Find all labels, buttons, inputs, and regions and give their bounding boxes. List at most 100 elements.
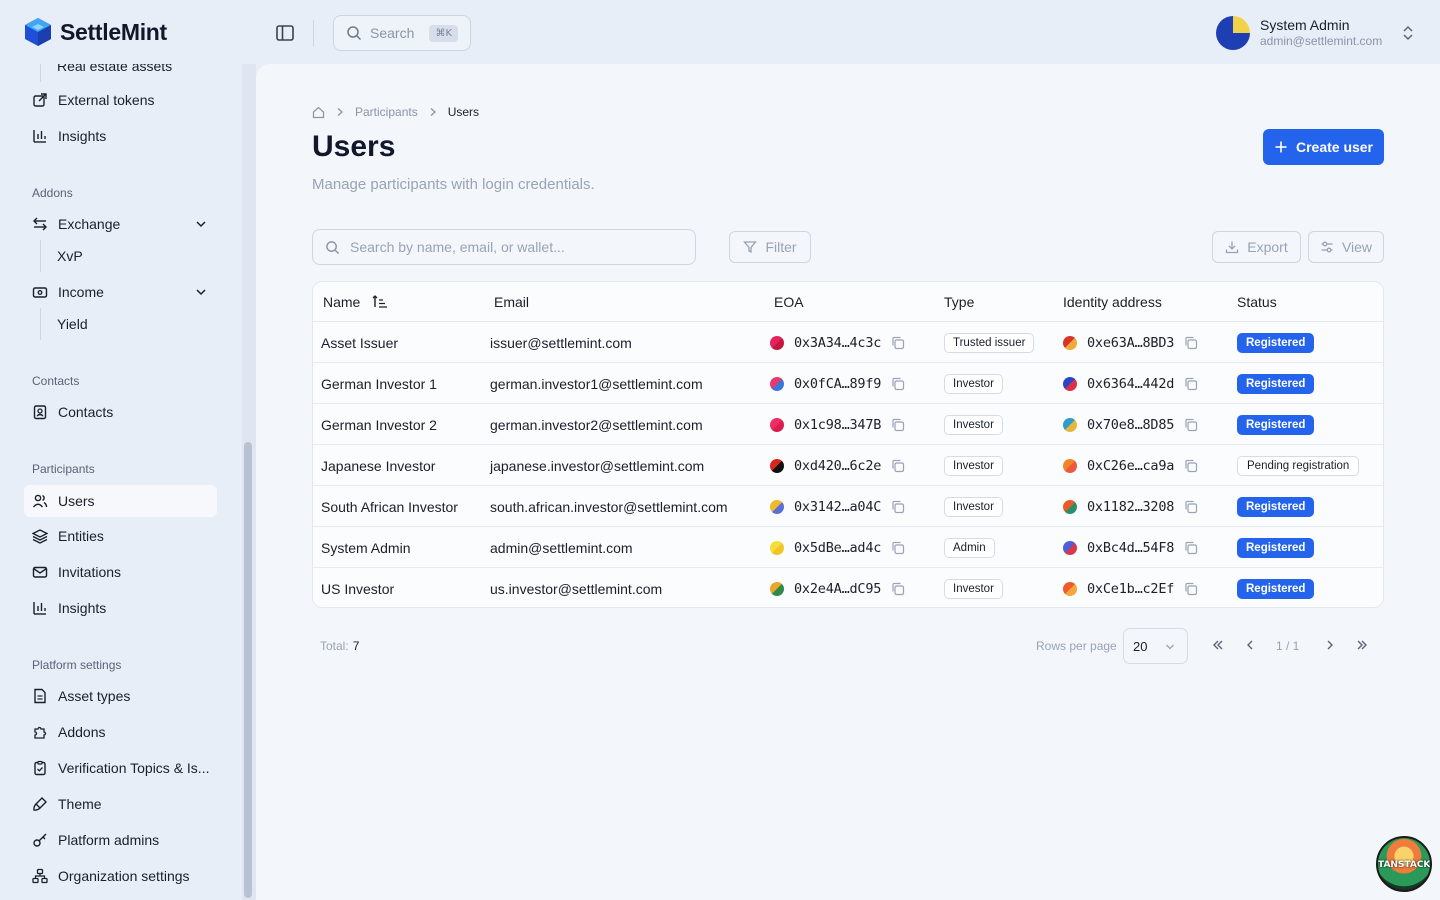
copy-icon[interactable] bbox=[891, 459, 905, 473]
type-badge: Investor bbox=[944, 496, 1003, 517]
last-page-icon[interactable] bbox=[1354, 637, 1370, 653]
identity-avatar-icon bbox=[1063, 458, 1077, 473]
breadcrumb-participants[interactable]: Participants bbox=[355, 105, 418, 119]
copy-icon[interactable] bbox=[891, 377, 905, 391]
eoa-avatar-icon bbox=[770, 458, 784, 473]
sidebar-item-contacts[interactable]: Contacts bbox=[24, 396, 217, 428]
cell-eoa: 0xd420…6c2e bbox=[770, 445, 905, 486]
tanstack-devtools-badge[interactable]: TANSTACK bbox=[1376, 836, 1432, 892]
eoa-avatar-icon bbox=[770, 376, 784, 391]
sidebar-item-invitations[interactable]: Invitations bbox=[24, 556, 217, 588]
total-value: 7 bbox=[352, 639, 360, 653]
cell-eoa: 0x0fCA…89f9 bbox=[770, 363, 905, 404]
sidebar-item-label: Entities bbox=[58, 528, 104, 544]
home-icon[interactable] bbox=[312, 106, 325, 119]
sidebar-item-label: Invitations bbox=[58, 564, 122, 580]
sidebar-item-addons[interactable]: Addons bbox=[24, 716, 217, 748]
view-button[interactable]: View bbox=[1308, 231, 1384, 263]
sidebar-item-label: Exchange bbox=[58, 216, 121, 232]
status-badge: Registered bbox=[1237, 414, 1315, 435]
sidebar-item-theme[interactable]: Theme bbox=[24, 788, 217, 820]
sidebar-item-external-tokens[interactable]: External tokens bbox=[24, 84, 217, 116]
copy-icon[interactable] bbox=[891, 336, 905, 350]
rows-per-page-select[interactable]: 20 bbox=[1123, 628, 1188, 664]
identity-avatar-icon bbox=[1063, 417, 1077, 432]
cell-email: german.investor1@settlemint.com bbox=[490, 375, 703, 392]
sidebar-item-users[interactable]: Users bbox=[24, 485, 217, 517]
previous-page-icon[interactable] bbox=[1242, 637, 1258, 653]
table-row[interactable]: South African Investor south.african.inve… bbox=[313, 486, 1383, 527]
sidebar-item-insights-participants[interactable]: Insights bbox=[24, 592, 217, 624]
sidebar-scrollbar[interactable] bbox=[244, 442, 252, 898]
create-user-button[interactable]: Create user bbox=[1263, 129, 1384, 165]
brand-logo[interactable]: SettleMint bbox=[24, 17, 167, 47]
sidebar-item-platform-admins[interactable]: Platform admins bbox=[24, 824, 217, 856]
cell-status: Registered bbox=[1237, 486, 1315, 527]
eoa-address: 0x3142…a04C bbox=[794, 498, 882, 515]
table-row[interactable]: System Admin admin@settlemint.com 0x5dBe…a… bbox=[313, 527, 1383, 568]
copy-icon[interactable] bbox=[1184, 336, 1198, 350]
cell-email: us.investor@settlemint.com bbox=[490, 580, 663, 597]
copy-icon[interactable] bbox=[891, 541, 905, 555]
identity-avatar-icon bbox=[1063, 335, 1077, 350]
next-page-icon[interactable] bbox=[1322, 637, 1338, 653]
rows-per-page-label: Rows per page bbox=[1036, 639, 1117, 653]
sidebar-item-exchange[interactable]: Exchange bbox=[24, 208, 217, 240]
sidebar-item-label: Income bbox=[58, 284, 104, 300]
column-header-identity[interactable]: Identity address bbox=[1063, 282, 1162, 322]
cell-name: US Investor bbox=[321, 580, 395, 597]
table-row[interactable]: German Investor 1 german.investor1@settle… bbox=[313, 363, 1383, 404]
copy-icon[interactable] bbox=[1184, 459, 1198, 473]
sidebar-item-real-estate[interactable]: Real estate assets bbox=[40, 64, 172, 82]
column-header-status[interactable]: Status bbox=[1237, 282, 1277, 322]
chevron-up-down-icon bbox=[1403, 25, 1413, 41]
cell-eoa: 0x3A34…4c3c bbox=[770, 322, 905, 363]
search-label: Search bbox=[370, 25, 415, 41]
copy-icon[interactable] bbox=[1184, 582, 1198, 596]
cell-name: German Investor 1 bbox=[321, 375, 437, 392]
filter-button[interactable]: Filter bbox=[729, 231, 811, 263]
column-header-eoa[interactable]: EOA bbox=[774, 282, 804, 322]
mail-icon bbox=[32, 566, 48, 578]
table-row[interactable]: German Investor 2 german.investor2@settle… bbox=[313, 404, 1383, 445]
column-header-name[interactable]: Name bbox=[323, 282, 388, 322]
contact-card-icon bbox=[33, 405, 47, 420]
copy-icon[interactable] bbox=[891, 500, 905, 514]
wallet-icon bbox=[32, 287, 48, 298]
sidebar-item-verification-topics[interactable]: Verification Topics & Is... bbox=[24, 752, 217, 784]
user-menu[interactable]: System Admin admin@settlemint.com bbox=[1216, 14, 1416, 52]
sidebar-section-participants: Participants bbox=[32, 462, 95, 476]
copy-icon[interactable] bbox=[1184, 377, 1198, 391]
sidebar-item-xvp[interactable]: XvP bbox=[40, 240, 83, 272]
sliders-icon bbox=[1321, 241, 1333, 253]
sidebar-item-insights-assets[interactable]: Insights bbox=[24, 120, 217, 152]
sidebar-item-income[interactable]: Income bbox=[24, 276, 217, 308]
users-table: Name Email EOA Type Identity address Sta… bbox=[312, 281, 1384, 608]
copy-icon[interactable] bbox=[891, 418, 905, 432]
sidebar-item-yield[interactable]: Yield bbox=[40, 308, 88, 340]
status-badge: Registered bbox=[1237, 578, 1315, 599]
sidebar-toggle-icon[interactable] bbox=[274, 22, 296, 44]
copy-icon[interactable] bbox=[1184, 418, 1198, 432]
export-button[interactable]: Export bbox=[1212, 231, 1301, 263]
divider bbox=[313, 20, 314, 46]
column-header-email[interactable]: Email bbox=[494, 282, 529, 322]
first-page-icon[interactable] bbox=[1210, 637, 1226, 653]
table-row[interactable]: Japanese Investor japanese.investor@settl… bbox=[313, 445, 1383, 486]
copy-icon[interactable] bbox=[1184, 541, 1198, 555]
global-search-button[interactable]: Search ⌘K bbox=[333, 15, 471, 51]
type-badge: Investor bbox=[944, 455, 1003, 476]
sidebar-item-entities[interactable]: Entities bbox=[24, 520, 217, 552]
table-row[interactable]: US Investor us.investor@settlemint.com 0x2… bbox=[313, 568, 1383, 607]
eoa-address: 0xd420…6c2e bbox=[794, 457, 882, 474]
table-row[interactable]: Asset Issuer issuer@settlemint.com 0x3A34…… bbox=[313, 322, 1383, 363]
copy-icon[interactable] bbox=[891, 582, 905, 596]
users-search-input[interactable]: Search by name, email, or wallet... bbox=[312, 229, 696, 265]
cell-type: Investor bbox=[944, 363, 1003, 404]
copy-icon[interactable] bbox=[1184, 500, 1198, 514]
sidebar-item-asset-types[interactable]: Asset types bbox=[24, 680, 217, 712]
column-header-type[interactable]: Type bbox=[944, 282, 974, 322]
total-label: Total: bbox=[320, 639, 349, 653]
sidebar-item-organization-settings[interactable]: Organization settings bbox=[24, 860, 217, 892]
sidebar-item-label: External tokens bbox=[58, 92, 155, 108]
